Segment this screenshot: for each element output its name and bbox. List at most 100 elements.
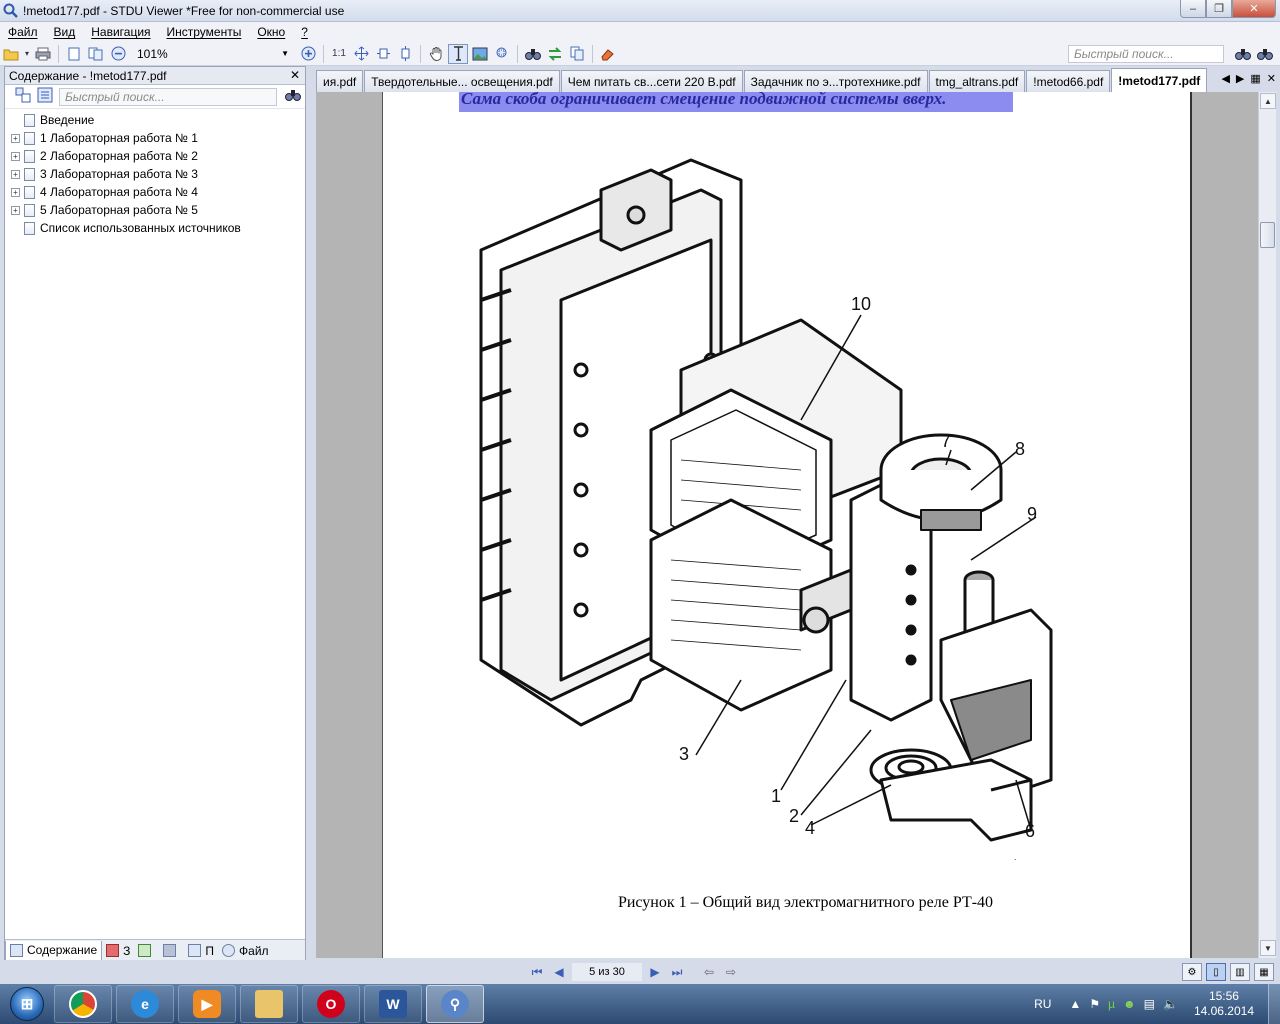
doc-tab[interactable]: !metod66.pdf: [1026, 70, 1111, 92]
scroll-up-icon[interactable]: ▲: [1260, 93, 1276, 109]
zoom-in-icon[interactable]: [298, 44, 318, 64]
page-indicator[interactable]: 5 из 30: [572, 963, 642, 981]
expand-icon[interactable]: +: [11, 187, 20, 197]
snapshot-icon[interactable]: [492, 44, 512, 64]
torrent-icon[interactable]: µ: [1108, 997, 1115, 1011]
minimize-button[interactable]: –: [1180, 0, 1206, 18]
text-select-icon[interactable]: [448, 43, 468, 64]
copy-icon[interactable]: [567, 44, 587, 64]
zoom-out-icon[interactable]: [108, 44, 128, 64]
hand-tool-icon[interactable]: [426, 44, 446, 64]
tab-scroll-right-icon[interactable]: ▶: [1236, 72, 1244, 85]
tree-item-lab2[interactable]: + 2 Лабораторная работа № 2: [5, 147, 305, 165]
scroll-thumb[interactable]: [1260, 222, 1275, 248]
doc-tab[interactable]: Задачник по э...тротехнике.pdf: [743, 70, 928, 92]
taskbar-stdu-viewer[interactable]: ⚲: [426, 985, 484, 1023]
actual-size-button[interactable]: 1:1: [329, 44, 349, 64]
contents-search-icon[interactable]: [285, 88, 301, 105]
doc-tab[interactable]: tmg_altrans.pdf: [928, 70, 1026, 92]
find-icon[interactable]: [523, 44, 543, 64]
tab-list-icon[interactable]: ▦: [1250, 72, 1260, 85]
tab-search[interactable]: [159, 941, 184, 961]
forward-icon[interactable]: ⇨: [722, 963, 740, 981]
vertical-scrollbar[interactable]: ▲ ▼: [1258, 92, 1276, 958]
grid-view-icon[interactable]: ▦: [1254, 963, 1274, 981]
language-indicator[interactable]: RU: [1034, 997, 1051, 1011]
tab-contents[interactable]: Содержание: [5, 940, 103, 961]
collapse-tree-icon[interactable]: [37, 87, 53, 106]
highlighter-icon[interactable]: [598, 44, 618, 64]
image-select-icon[interactable]: [470, 44, 490, 64]
fit-width-icon[interactable]: [373, 44, 393, 64]
fit-page-icon[interactable]: [351, 44, 371, 64]
expand-icon[interactable]: +: [11, 169, 20, 179]
prev-page-icon[interactable]: ◀: [550, 963, 568, 981]
start-button[interactable]: ⊞: [4, 984, 50, 1024]
back-icon[interactable]: ⇦: [700, 963, 718, 981]
taskbar-opera[interactable]: O: [302, 985, 360, 1023]
scroll-down-icon[interactable]: ▼: [1260, 940, 1276, 956]
print-icon[interactable]: [33, 44, 53, 64]
last-page-icon[interactable]: ⏭: [668, 963, 686, 981]
tab-scroll-left-icon[interactable]: ◀: [1221, 72, 1229, 85]
taskbar-ie[interactable]: e: [116, 985, 174, 1023]
tab-bookmarks[interactable]: З: [102, 941, 134, 961]
doc-tab[interactable]: ия.pdf: [316, 70, 364, 92]
expand-icon[interactable]: +: [11, 151, 20, 161]
close-button[interactable]: ✕: [1232, 0, 1276, 18]
clock[interactable]: 15:56 14.06.2014: [1194, 989, 1254, 1019]
expand-tree-icon[interactable]: [15, 87, 31, 106]
doc-tab[interactable]: Твердотельные... освещения.pdf: [364, 70, 560, 92]
taskbar-word[interactable]: W: [364, 985, 422, 1023]
expand-icon[interactable]: +: [11, 133, 20, 143]
tree-item-lab1[interactable]: + 1 Лабораторная работа № 1: [5, 129, 305, 147]
binoculars-icon[interactable]: [1233, 44, 1253, 64]
tree-item-lab5[interactable]: + 5 Лабораторная работа № 5: [5, 201, 305, 219]
taskbar-explorer[interactable]: [240, 985, 298, 1023]
volume-icon[interactable]: 🔈: [1163, 997, 1178, 1011]
pages-icon[interactable]: [86, 44, 106, 64]
tree-item-references[interactable]: Список использованных источников: [5, 219, 305, 237]
tab-thumbnails[interactable]: [134, 941, 159, 961]
zoom-select[interactable]: 101% ▼: [133, 45, 293, 63]
dropdown-arrow-icon[interactable]: ▾: [23, 44, 31, 64]
two-page-view-icon[interactable]: ▥: [1230, 963, 1250, 981]
settings-icon[interactable]: ⚙: [1182, 963, 1202, 981]
quick-search-input[interactable]: Быстрый поиск...: [1068, 45, 1224, 63]
tree-item-lab4[interactable]: + 4 Лабораторная работа № 4: [5, 183, 305, 201]
expand-icon[interactable]: +: [11, 205, 20, 215]
replace-arrows-icon[interactable]: [545, 44, 565, 64]
taskbar-media-player[interactable]: ▶: [178, 985, 236, 1023]
tree-item-intro[interactable]: Введение: [5, 111, 305, 129]
contents-search-input[interactable]: Быстрый поиск...: [59, 87, 277, 106]
menu-help[interactable]: ?: [293, 25, 316, 39]
tab-file[interactable]: Файл: [218, 941, 273, 961]
maximize-button[interactable]: ❐: [1206, 0, 1232, 18]
antivirus-icon[interactable]: ☻: [1123, 997, 1136, 1011]
menu-tools[interactable]: Инструменты: [159, 25, 250, 39]
next-page-icon[interactable]: ▶: [646, 963, 664, 981]
menu-window[interactable]: Окно: [249, 25, 293, 39]
fit-height-icon[interactable]: [395, 44, 415, 64]
close-tab-icon[interactable]: ✕: [1267, 72, 1276, 85]
open-folder-icon[interactable]: [1, 44, 21, 64]
network-icon[interactable]: ▤: [1144, 997, 1155, 1011]
tray-expand-icon[interactable]: ▲: [1069, 997, 1081, 1011]
doc-tab-active[interactable]: !metod177.pdf: [1111, 68, 1208, 92]
menu-navigation[interactable]: Навигация: [83, 25, 158, 39]
single-page-view-icon[interactable]: ▯: [1206, 963, 1226, 981]
taskbar-chrome[interactable]: [54, 985, 112, 1023]
close-panel-icon[interactable]: ✕: [290, 68, 300, 82]
page-icon[interactable]: [64, 44, 84, 64]
tree-item-lab3[interactable]: + 3 Лабораторная работа № 3: [5, 165, 305, 183]
menu-file[interactable]: Файл: [0, 25, 46, 39]
doc-tab[interactable]: Чем питать св...сети 220 В.pdf: [560, 70, 743, 92]
first-page-icon[interactable]: ⏮: [528, 963, 546, 981]
flag-icon[interactable]: ⚑: [1089, 997, 1100, 1011]
document-view[interactable]: Сама скоба ограничивает смещение подвижн…: [316, 92, 1258, 958]
tab-pages[interactable]: П: [184, 941, 218, 961]
show-desktop-button[interactable]: [1268, 984, 1280, 1024]
find-next-icon[interactable]: [1255, 44, 1275, 64]
menu-view[interactable]: Вид: [46, 25, 84, 39]
panel-splitter[interactable]: [306, 66, 316, 962]
